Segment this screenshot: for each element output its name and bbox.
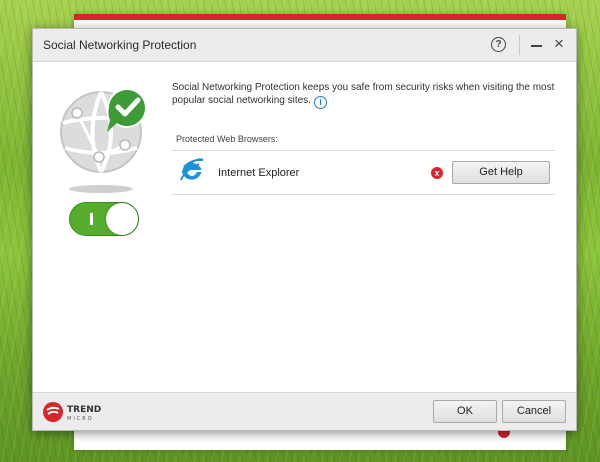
toggle-on-indicator (90, 213, 93, 225)
trend-micro-logo: TREND MICRO (43, 402, 101, 422)
toggle-knob[interactable] (106, 203, 138, 235)
window-title: Social Networking Protection (43, 38, 197, 52)
social-networking-protection-dialog: Social Networking Protection ? × Social … (32, 28, 577, 431)
cancel-button[interactable]: Cancel (502, 400, 566, 423)
protection-toggle[interactable] (69, 202, 139, 236)
description: Social Networking Protection keeps you s… (172, 81, 557, 109)
error-icon: x (431, 167, 443, 179)
logo-text-micro: MICRO (67, 416, 94, 422)
titlebar-separator (519, 35, 520, 55)
get-help-button[interactable]: Get Help (452, 161, 550, 184)
close-icon[interactable]: × (551, 35, 567, 53)
help-icon[interactable]: ? (491, 37, 506, 52)
ok-button[interactable]: OK (433, 400, 497, 423)
globe-network-icon (60, 88, 147, 193)
logo-text-trend: TREND (67, 405, 101, 415)
browser-name: Internet Explorer (218, 167, 300, 179)
internet-explorer-icon (180, 158, 204, 181)
info-icon[interactable]: i (313, 96, 327, 109)
browser-list: Internet Explorer x Get Help (172, 150, 555, 195)
description-text: Social Networking Protection keeps you s… (172, 82, 555, 106)
protected-browsers-label: Protected Web Browsers: (176, 134, 278, 144)
footer: TREND MICRO OK Cancel (33, 392, 576, 430)
minimize-icon[interactable] (530, 37, 544, 53)
title-bar: Social Networking Protection ? × (33, 29, 576, 62)
